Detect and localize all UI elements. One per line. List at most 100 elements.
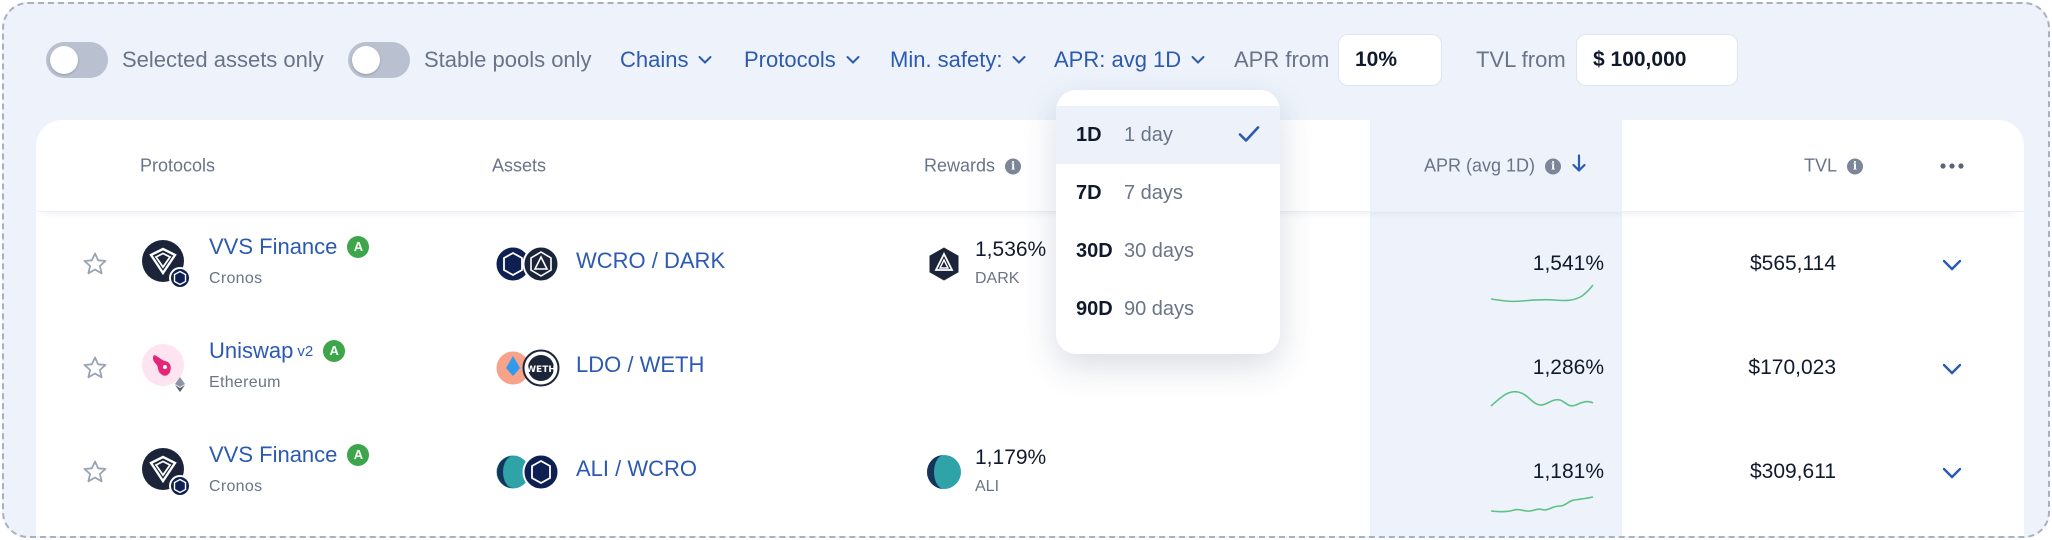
menu-item-label: 90 days — [1124, 297, 1195, 320]
info-icon[interactable]: i — [1545, 158, 1562, 174]
menu-item-code: 1D — [1076, 123, 1102, 146]
apr-period-menu: 1D 1 day 7D 7 days 30D 30 days 90D 90 da… — [1056, 90, 1280, 354]
menu-item-1d[interactable]: 1D 1 day — [1056, 106, 1280, 164]
chain-name: Ethereum — [209, 374, 281, 391]
header-apr[interactable]: APR (avg 1D) i — [1424, 154, 1587, 179]
table-row[interactable]: VVS Finance A Cronos WCRO / DARK 1,536% … — [36, 212, 2024, 316]
apr-sparkline — [1490, 496, 1594, 513]
header-tvl-label: TVL — [1804, 155, 1838, 176]
stable-pools-label: Stable pools only — [424, 47, 592, 72]
protocol-name-link[interactable]: Uniswap v2 A — [209, 338, 346, 364]
min-safety-dropdown[interactable]: Min. safety: — [890, 45, 1026, 75]
protocol-name: Uniswap — [209, 338, 294, 363]
tvl-value: $309,611 — [1749, 460, 1836, 483]
protocols-dropdown-label: Protocols — [744, 47, 836, 72]
ali-wcro-asset-icons — [494, 453, 560, 491]
tvl-from-label: TVL from — [1476, 47, 1566, 72]
svg-text:WETH: WETH — [526, 365, 556, 375]
apr-value: 1,286% — [1532, 356, 1604, 379]
menu-item-7d[interactable]: 7D 7 days — [1056, 164, 1280, 222]
header-tvl[interactable]: TVL i — [1804, 155, 1864, 177]
star-outline-icon[interactable] — [82, 459, 108, 485]
apr-value: 1,541% — [1532, 252, 1604, 275]
info-icon[interactable]: i — [1005, 158, 1022, 174]
min-safety-dropdown-label: Min. safety: — [890, 47, 1003, 72]
check-icon — [1238, 126, 1260, 142]
chevron-down-icon[interactable] — [1942, 362, 1962, 376]
vvs-finance-logo — [142, 448, 191, 497]
chevron-down-icon[interactable] — [1942, 258, 1962, 272]
pool-assets-link[interactable]: WCRO / DARK — [576, 248, 725, 274]
safety-badge: A — [347, 236, 370, 258]
chain-name: Cronos — [209, 478, 263, 495]
stable-pools-toggle[interactable] — [348, 42, 410, 78]
menu-item-code: 7D — [1076, 181, 1102, 204]
wcro-dark-asset-icons — [494, 245, 560, 283]
header-rewards-label: Rewards — [924, 155, 996, 176]
apr-from-label: APR from — [1234, 47, 1330, 72]
ali-token-icon — [927, 455, 961, 489]
table-row[interactable]: VVS Finance A Cronos ALI / WCRO 1,179% A… — [36, 420, 2024, 524]
protocol-name: VVS Finance — [209, 234, 338, 259]
apr-from-input[interactable]: 10% — [1338, 34, 1442, 86]
reward-token: ALI — [975, 478, 1000, 495]
apr-sparkline — [1490, 390, 1594, 407]
header-rewards[interactable]: Rewards i — [924, 155, 1022, 177]
vvs-finance-logo — [142, 240, 191, 289]
chevron-down-icon — [1012, 56, 1026, 64]
protocols-dropdown[interactable]: Protocols — [744, 45, 860, 75]
pool-assets-link[interactable]: LDO / WETH — [576, 352, 704, 378]
reward-apr: 1,179% — [975, 446, 1047, 469]
apr-value: 1,181% — [1532, 460, 1604, 483]
menu-item-label: 7 days — [1124, 181, 1183, 204]
protocol-name: VVS Finance — [209, 442, 338, 467]
chains-dropdown-label: Chains — [620, 47, 689, 72]
protocol-name-link[interactable]: VVS Finance A — [209, 234, 370, 260]
menu-item-label: 1 day — [1124, 123, 1173, 146]
pools-table: Protocols Assets Rewards i APR (avg 1D) … — [36, 120, 2024, 536]
header-apr-label: APR (avg 1D) — [1424, 155, 1536, 176]
apr-period-dropdown-label: APR: avg 1D — [1054, 47, 1182, 72]
chain-name: Cronos — [209, 270, 263, 287]
header-protocols-label: Protocols — [140, 155, 216, 176]
reward-apr: 1,536% — [975, 238, 1047, 261]
table-row[interactable]: Uniswap v2 A Ethereum WETH LDO / WETH 1,… — [36, 316, 2024, 420]
tvl-value: $565,114 — [1749, 252, 1836, 275]
ldo-weth-asset-icons: WETH — [494, 349, 560, 387]
header-protocols[interactable]: Protocols — [140, 156, 215, 177]
table-header: Protocols Assets Rewards i APR (avg 1D) … — [36, 120, 2024, 212]
reward-token: DARK — [975, 270, 1020, 287]
selected-assets-toggle[interactable] — [46, 42, 108, 78]
toggle-knob — [352, 46, 380, 74]
menu-item-label: 30 days — [1124, 239, 1195, 262]
tvl-from-input[interactable]: $ 100,000 — [1576, 34, 1738, 86]
toggle-knob — [50, 46, 78, 74]
safety-badge: A — [323, 340, 346, 362]
chevron-down-icon — [846, 56, 860, 64]
dark-token-icon — [929, 247, 959, 281]
chevron-down-icon[interactable] — [1942, 466, 1962, 480]
star-outline-icon[interactable] — [82, 251, 108, 277]
chevron-down-icon — [1191, 56, 1205, 64]
header-assets[interactable]: Assets — [492, 156, 546, 177]
star-outline-icon[interactable] — [82, 355, 108, 381]
pool-assets-link[interactable]: ALI / WCRO — [576, 456, 697, 482]
chevron-down-icon — [698, 56, 712, 64]
menu-item-code: 90D — [1076, 297, 1113, 320]
uniswap-logo — [142, 344, 185, 392]
more-options-icon[interactable] — [1940, 163, 1964, 169]
header-assets-label: Assets — [492, 155, 547, 176]
menu-item-30d[interactable]: 30D 30 days — [1056, 222, 1280, 280]
tvl-value: $170,023 — [1748, 356, 1836, 379]
sort-desc-icon[interactable] — [1571, 154, 1587, 179]
info-icon[interactable]: i — [1847, 158, 1864, 174]
protocol-version: v2 — [297, 342, 314, 360]
chains-dropdown[interactable]: Chains — [620, 45, 712, 75]
selected-assets-label: Selected assets only — [122, 47, 324, 72]
protocol-name-link[interactable]: VVS Finance A — [209, 442, 370, 468]
safety-badge: A — [347, 444, 370, 466]
apr-sparkline — [1490, 284, 1594, 303]
apr-period-dropdown[interactable]: APR: avg 1D — [1054, 45, 1205, 75]
menu-item-90d[interactable]: 90D 90 days — [1056, 280, 1280, 338]
menu-item-code: 30D — [1076, 239, 1113, 262]
